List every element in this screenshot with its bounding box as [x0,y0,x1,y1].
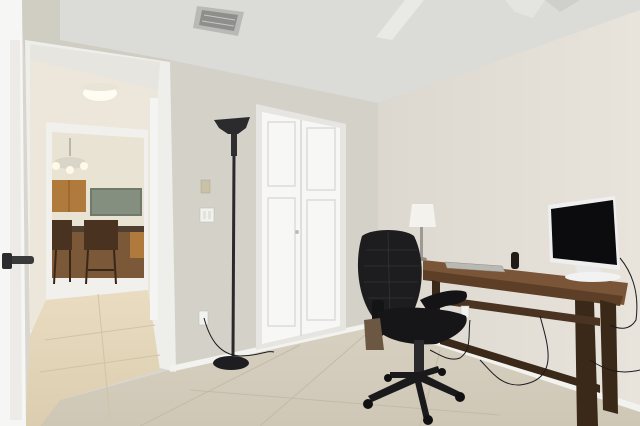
thermostat [200,179,211,194]
desk-speaker [511,252,519,269]
room-photo [0,0,640,426]
monitor-screen[interactable] [551,200,617,265]
hallway [25,40,176,426]
closet-door[interactable] [256,104,346,350]
wall-outlet [198,310,209,326]
closet-knob[interactable] [295,230,299,234]
light-switch[interactable] [199,207,215,223]
